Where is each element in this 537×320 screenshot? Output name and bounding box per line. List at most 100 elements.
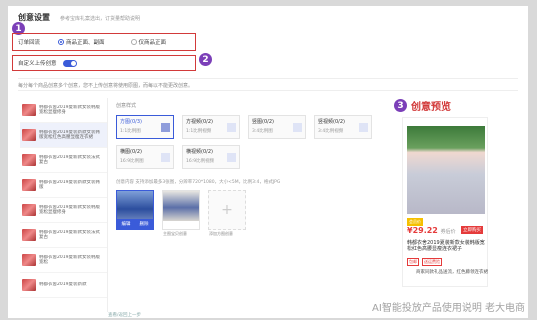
- format-option-vertical-image[interactable]: 竖图(0/2) 3:4比例图: [248, 115, 306, 139]
- list-item[interactable]: 韩都衣舍2019夏装新款: [20, 273, 107, 298]
- creative-image: [163, 191, 199, 221]
- option-row-1: 订单回流 商品正面、副面 仅商品正面: [18, 38, 166, 46]
- buy-now-button[interactable]: 立即购买: [461, 226, 483, 234]
- list-item[interactable]: 韩都衣舍2019夏新款女装韩版宽松: [20, 248, 107, 273]
- format-option-square-image[interactable]: 方图(0/3) 1:1比例图: [116, 115, 174, 139]
- list-item[interactable]: 韩都衣舍2019夏装新款女装韩版: [20, 173, 107, 198]
- divider: [18, 90, 518, 91]
- video-icon: [227, 122, 236, 132]
- format-option-square-video[interactable]: 方视频(0/2) 1:1比例视频: [182, 115, 240, 139]
- row-2-label: 自定义上传创意: [18, 61, 57, 67]
- creative-settings-panel: 创意设置 参考宝库礼案选出，订货量帮助说明 1 订单回流 商品正面、副面 仅商品…: [8, 6, 528, 318]
- price-value: ¥29.22: [407, 226, 438, 235]
- radio-front-only[interactable]: [130, 39, 137, 45]
- row-3-text: 每分每个商品创意多个创意，您不上传创意将使用原图，而每以不能更改创意。: [18, 83, 194, 89]
- list-item-text: 韩都衣舍2019夏装新款女装韩版宽松红色高腰显瘦连衣裙: [39, 129, 100, 141]
- callout-badge-3: 3: [394, 99, 407, 112]
- list-item-text: 韩都衣舍2019夏装新款女装韩版: [39, 179, 100, 191]
- list-item-text: 韩都衣舍2019夏新款女装韩版宽松: [39, 254, 100, 266]
- price-note: 券后价: [440, 229, 456, 235]
- format-option-horizontal-image[interactable]: 横图(0/2) 16:9比例图: [116, 145, 174, 169]
- card-actions: 编辑 删除: [117, 219, 153, 229]
- list-item[interactable]: 韩都衣舍2019夏新款女装韩版宽松显瘦修身: [20, 198, 107, 223]
- custom-upload-toggle[interactable]: [62, 59, 77, 67]
- format-label: 创意样式: [116, 103, 137, 109]
- image-icon: [161, 152, 170, 162]
- list-item-text: 韩都衣舍2019夏装新款: [39, 282, 87, 288]
- page-title: 创意设置: [18, 13, 50, 22]
- list-item[interactable]: 韩都衣舍2019夏新款女装韩版宽松显瘦修身: [20, 98, 107, 123]
- watermark: AI智能投放产品使用说明 老大电商: [372, 303, 525, 314]
- list-item[interactable]: 韩都衣舍2019夏新款女装法式复古: [20, 223, 107, 248]
- creative-cards: 编辑 删除 主图宝贝创意 + 添加方图创意: [116, 190, 386, 236]
- card-caption: 添加方图创意: [209, 231, 233, 236]
- list-item[interactable]: 韩都衣舍2019夏新款女装法式复古: [20, 148, 107, 173]
- option-req: 16:9比例图: [120, 159, 144, 164]
- plus-icon: +: [221, 202, 233, 218]
- add-creative-card[interactable]: + 添加方图创意: [208, 190, 246, 236]
- option-name: 竖图(0/2): [252, 119, 274, 125]
- preview-header: 3 创意预览: [394, 98, 512, 113]
- option-req: 3:4比例图: [252, 129, 273, 134]
- option-req: 1:1比例视频: [186, 129, 212, 134]
- preview-footer: 商家同款礼品送流，红色藤领连衣裙: [416, 270, 488, 275]
- preview-title: 创意预览: [411, 102, 451, 113]
- option-req: 16:9比例视频: [186, 159, 215, 164]
- option-name: 方视频(0/2): [186, 119, 213, 125]
- callout-badge-2: 2: [199, 53, 212, 66]
- badge: 包邮: [407, 258, 419, 266]
- radio-front-only-label: 仅商品正面: [138, 40, 167, 46]
- member-price-tag: 会员价: [407, 218, 423, 226]
- badge: 送运费险: [422, 258, 442, 266]
- option-req: 3:4比例视频: [318, 129, 344, 134]
- image-icon: [161, 122, 170, 132]
- divider: [18, 78, 518, 79]
- option-name: 横视频(0/2): [186, 149, 213, 155]
- back-link[interactable]: 查看/返回上一步: [108, 312, 141, 318]
- option-row-2: 自定义上传创意: [18, 59, 77, 67]
- page-subtitle: 参考宝库礼案选出，订货量帮助说明: [60, 16, 141, 22]
- preview-price: ¥29.22 券后价: [407, 226, 456, 235]
- delete-button[interactable]: 删除: [140, 221, 149, 227]
- list-item-text: 韩都衣舍2019夏新款女装韩版宽松显瘦修身: [39, 104, 100, 116]
- row-1-label: 订单回流: [18, 40, 41, 46]
- video-icon: [227, 152, 236, 162]
- product-list-sidebar: 韩都衣舍2019夏新款女装韩版宽松显瘦修身 韩都衣舍2019夏装新款女装韩版宽松…: [20, 98, 108, 312]
- product-thumbnail: [22, 129, 36, 141]
- creative-card-2[interactable]: 主图宝贝创意: [162, 190, 200, 236]
- creative-image: [117, 191, 153, 221]
- panel-header: 创意设置 参考宝库礼案选出，订货量帮助说明: [18, 12, 140, 23]
- list-item[interactable]: 韩都衣舍2019夏装新款女装韩版宽松红色高腰显瘦连衣裙: [20, 123, 107, 148]
- option-req: 1:1比例图: [120, 129, 141, 134]
- radio-front-back-label: 商品正面、副面: [66, 40, 105, 46]
- option-name: 横图(0/2): [120, 149, 142, 155]
- product-thumbnail: [22, 279, 36, 291]
- preview-badges: 包邮 送运费险: [407, 258, 442, 266]
- content-label: 创意内容 支持添加最多3张图，分辨率720*1080，大小<5M，比例3:4，格…: [116, 180, 281, 185]
- creative-card-1[interactable]: 编辑 删除: [116, 190, 154, 230]
- product-thumbnail: [22, 204, 36, 216]
- product-thumbnail: [22, 104, 36, 116]
- phone-preview: 会员价 ¥29.22 券后价 立即购买 韩都衣舍2019夏装新款女装韩版宽松红色…: [402, 117, 488, 287]
- list-item-text: 韩都衣舍2019夏新款女装韩版宽松显瘦修身: [39, 204, 100, 216]
- product-thumbnail: [22, 229, 36, 241]
- product-image: [407, 126, 485, 214]
- preview-description: 韩都衣舍2019夏装新款女装韩版宽松红色高腰显瘦连衣裙子: [407, 240, 485, 252]
- format-option-horizontal-video[interactable]: 横视频(0/2) 16:9比例视频: [182, 145, 240, 169]
- creative-editor: 创意样式 方图(0/3) 1:1比例图 方视频(0/2) 1:1比例视频 竖图(0/…: [116, 102, 386, 236]
- screenshot-background: 创意设置 参考宝库礼案选出，订货量帮助说明 1 订单回流 商品正面、副面 仅商品…: [0, 0, 537, 320]
- list-item-text: 韩都衣舍2019夏新款女装法式复古: [39, 229, 100, 241]
- edit-button[interactable]: 编辑: [122, 221, 131, 227]
- format-option-vertical-video[interactable]: 竖视频(0/2) 3:4比例视频: [314, 115, 372, 139]
- product-thumbnail: [22, 254, 36, 266]
- option-name: 方图(0/3): [120, 119, 142, 125]
- video-icon: [359, 122, 368, 132]
- radio-front-back[interactable]: [58, 39, 65, 45]
- product-thumbnail: [22, 179, 36, 191]
- option-name: 竖视频(0/2): [318, 119, 345, 125]
- format-options: 方图(0/3) 1:1比例图 方视频(0/2) 1:1比例视频 竖图(0/2) 3:4…: [116, 115, 386, 169]
- creative-preview: 3 创意预览 会员价 ¥29.22 券后价 立即购买 韩都衣舍2019夏装新款女…: [394, 98, 512, 287]
- list-item-text: 韩都衣舍2019夏新款女装法式复古: [39, 154, 100, 166]
- product-thumbnail: [22, 154, 36, 166]
- image-icon: [293, 122, 302, 132]
